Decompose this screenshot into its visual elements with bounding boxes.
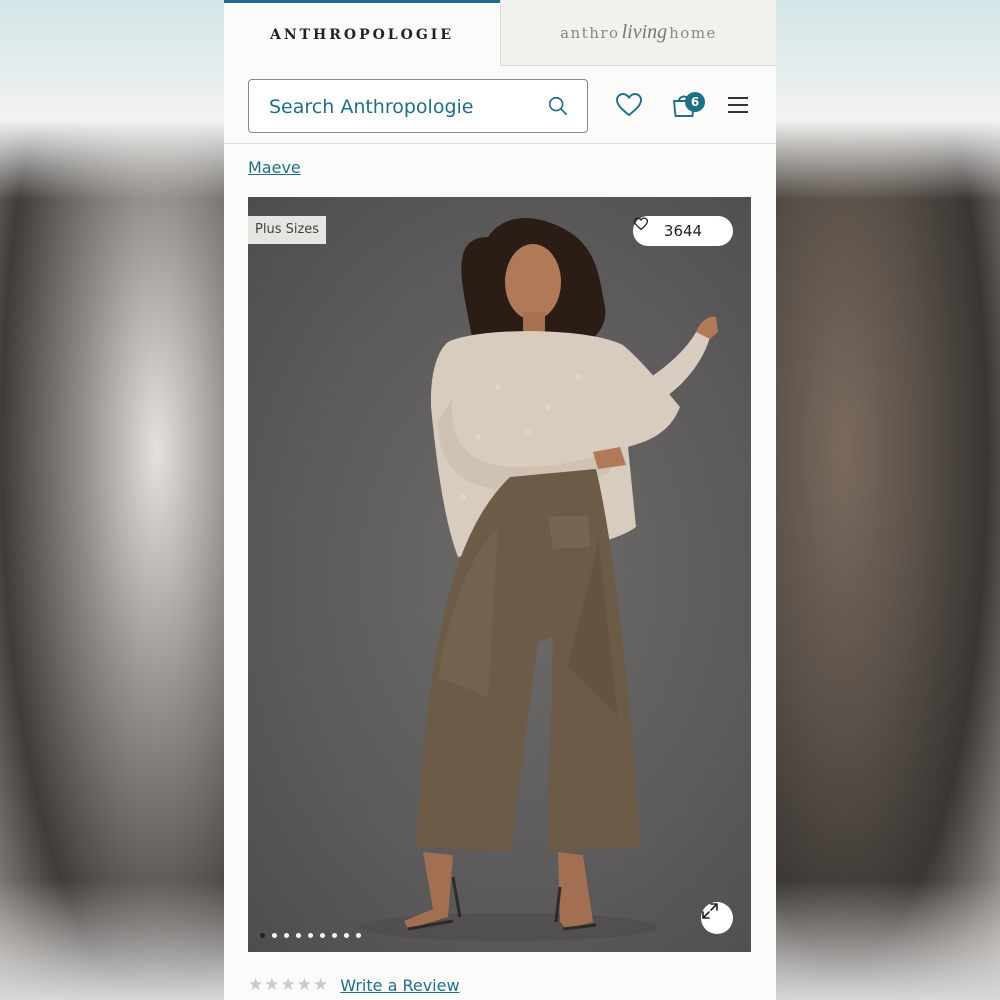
write-review-link[interactable]: Write a Review	[340, 976, 459, 995]
carousel-dot[interactable]	[284, 933, 289, 938]
blurred-background-right	[776, 0, 1000, 1000]
carousel-dot[interactable]	[320, 933, 325, 938]
logo-part-home: home	[669, 24, 717, 42]
anthropologie-logo: ANTHROPOLOGIE	[269, 26, 455, 43]
star-icon: ★	[313, 974, 329, 995]
expand-image-button[interactable]	[701, 902, 733, 934]
star-icon: ★	[296, 974, 312, 995]
plus-sizes-tag: Plus Sizes	[248, 216, 327, 244]
cart-count-badge: 6	[685, 92, 705, 112]
carousel-dot[interactable]	[332, 933, 337, 938]
carousel-dot[interactable]	[356, 933, 361, 938]
search-box[interactable]	[248, 79, 588, 133]
brand-tabs: ANTHROPOLOGIE anthro living home	[224, 0, 776, 66]
product-image[interactable]: Plus Sizes 3644	[248, 197, 751, 952]
review-row: ★ ★ ★ ★ ★ Write a Review	[248, 974, 460, 996]
star-icon: ★	[264, 974, 280, 995]
carousel-dot[interactable]	[296, 933, 301, 938]
carousel-dot[interactable]	[272, 933, 277, 938]
blurred-background-left	[0, 0, 224, 1000]
likes-count: 3644	[663, 222, 703, 240]
heart-icon[interactable]	[614, 90, 644, 120]
search-icon[interactable]	[547, 95, 569, 117]
tab-anthro-living-home[interactable]: anthro living home	[500, 0, 776, 66]
star-icon: ★	[280, 974, 296, 995]
product-brand-link[interactable]: Maeve	[248, 158, 301, 177]
rating-stars: ★ ★ ★ ★ ★	[248, 974, 329, 995]
mobile-page: ANTHROPOLOGIE anthrolivinghome 6 Maeve	[224, 0, 776, 1000]
star-icon: ★	[248, 974, 264, 995]
hamburger-menu-icon[interactable]	[724, 90, 754, 120]
tab-anthropologie[interactable]: ANTHROPOLOGIE	[224, 0, 500, 66]
wishlist-count-button[interactable]: 3644	[633, 216, 733, 246]
header: 6	[224, 66, 776, 144]
carousel-dot[interactable]	[344, 933, 349, 938]
logo-part-anthro: anthro	[560, 24, 620, 42]
search-input[interactable]	[267, 80, 541, 133]
heart-outline-icon	[633, 217, 649, 231]
anthro-living-logo: anthro living home	[560, 21, 717, 44]
model-illustration	[358, 217, 718, 941]
carousel-dot[interactable]	[260, 933, 265, 938]
logo-part-living: living	[621, 21, 668, 43]
carousel-dot[interactable]	[308, 933, 313, 938]
expand-icon	[702, 903, 718, 919]
carousel-pagination[interactable]	[260, 933, 361, 938]
